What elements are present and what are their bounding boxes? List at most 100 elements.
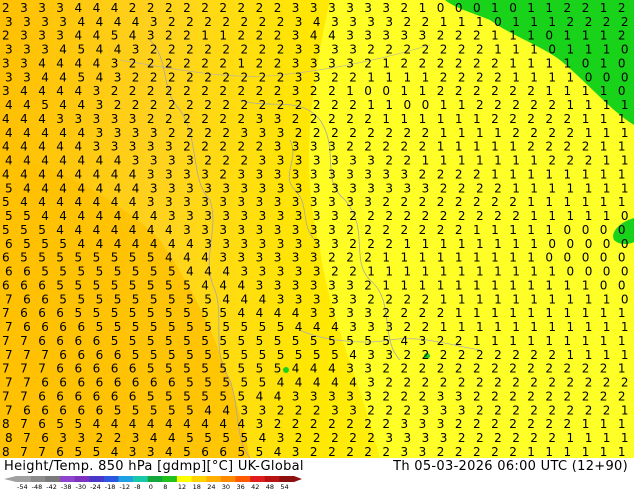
grid-value: 2 bbox=[310, 112, 318, 126]
grid-value: 0 bbox=[437, 1, 445, 15]
grid-value: 1 bbox=[582, 279, 590, 293]
grid-value: 1 bbox=[603, 320, 611, 334]
grid-value: 3 bbox=[259, 265, 267, 279]
grid-value: 3 bbox=[168, 209, 176, 223]
grid-value: 6 bbox=[38, 417, 46, 431]
grid-value: 2 bbox=[2, 29, 10, 43]
grid-value: 4 bbox=[93, 56, 101, 70]
grid-value: 1 bbox=[603, 209, 611, 223]
grid-value: 5 bbox=[295, 348, 303, 362]
colorbar-tick-label: 18 bbox=[193, 483, 201, 490]
grid-value: 3 bbox=[382, 29, 390, 43]
grid-value: 2 bbox=[458, 181, 466, 195]
grid-value: 1 bbox=[367, 265, 375, 279]
grid-value: 3 bbox=[222, 181, 230, 195]
grid-value: 1 bbox=[530, 181, 538, 195]
grid-value: 2 bbox=[585, 376, 593, 390]
grid-value: 5 bbox=[150, 265, 158, 279]
grid-value: 2 bbox=[385, 43, 393, 57]
grid-value: 1 bbox=[494, 43, 502, 57]
grid-value: 2 bbox=[367, 403, 375, 417]
grid-value: 4 bbox=[274, 306, 282, 320]
grid-value: 5 bbox=[78, 43, 86, 57]
grid-value: 2 bbox=[455, 417, 463, 431]
grid-value: 3 bbox=[165, 167, 173, 181]
grid-value: 2 bbox=[364, 112, 372, 126]
grid-value: 3 bbox=[23, 70, 31, 84]
grid-value: 2 bbox=[603, 15, 611, 29]
grid-value: 4 bbox=[93, 417, 101, 431]
grid-value: 5 bbox=[75, 445, 83, 458]
grid-value: 3 bbox=[93, 140, 101, 154]
colorbar-tick-label: -24 bbox=[90, 483, 101, 490]
grid-value: 1 bbox=[548, 181, 556, 195]
grid-value: 1 bbox=[419, 84, 427, 98]
grid-value: 4 bbox=[59, 181, 67, 195]
grid-value: 2 bbox=[313, 431, 321, 445]
colorbar-tick-label: -42 bbox=[46, 483, 57, 490]
grid-value: 2 bbox=[256, 1, 264, 15]
grid-value: 1 bbox=[473, 334, 481, 348]
grid-value: 2 bbox=[241, 98, 249, 112]
grid-value: 3 bbox=[385, 181, 393, 195]
grid-value: 1 bbox=[603, 126, 611, 140]
grid-value: 2 bbox=[219, 84, 227, 98]
grid-value: 1 bbox=[422, 70, 430, 84]
grid-value: 3 bbox=[204, 237, 212, 251]
grid-value: 5 bbox=[111, 334, 119, 348]
grid-value: 2 bbox=[385, 237, 393, 251]
grid-value: 5 bbox=[256, 445, 264, 458]
grid-value: 3 bbox=[292, 84, 300, 98]
grid-value: 3 bbox=[349, 181, 357, 195]
grid-value: 3 bbox=[2, 84, 10, 98]
grid-value: 5 bbox=[183, 362, 191, 376]
grid-value: 7 bbox=[5, 348, 13, 362]
grid-value: 3 bbox=[367, 320, 375, 334]
grid-value: 5 bbox=[114, 320, 122, 334]
grid-value: 2 bbox=[404, 43, 412, 57]
grid-value: 3 bbox=[292, 29, 300, 43]
grid-value: 3 bbox=[292, 140, 300, 154]
grid-value: 3 bbox=[346, 306, 354, 320]
grid-value: 2 bbox=[201, 140, 209, 154]
grid-value: 3 bbox=[256, 167, 264, 181]
grid-value: 2 bbox=[201, 1, 209, 15]
grid-value: 1 bbox=[404, 265, 412, 279]
grid-value: 5 bbox=[132, 403, 140, 417]
grid-value: 1 bbox=[440, 98, 448, 112]
grid-value: 5 bbox=[147, 279, 155, 293]
grid-value: 2 bbox=[168, 70, 176, 84]
grid-value: 4 bbox=[204, 403, 212, 417]
grid-value: 2 bbox=[385, 209, 393, 223]
grid-value: 3 bbox=[310, 251, 318, 265]
grid-value: 2 bbox=[349, 98, 357, 112]
grid-value: 2 bbox=[382, 195, 390, 209]
grid-value: 2 bbox=[364, 223, 372, 237]
grid-value: 5 bbox=[147, 306, 155, 320]
grid-value: 5 bbox=[41, 98, 49, 112]
grid-value: 5 bbox=[150, 403, 158, 417]
grid-value: 6 bbox=[38, 390, 46, 404]
grid-value: 2 bbox=[422, 348, 430, 362]
grid-value: 1 bbox=[567, 431, 575, 445]
grid-value: 2 bbox=[256, 56, 264, 70]
grid-value: 2 bbox=[437, 223, 445, 237]
grid-value: 1 bbox=[585, 98, 593, 112]
grid-value: 2 bbox=[274, 56, 282, 70]
grid-value: 1 bbox=[603, 181, 611, 195]
grid-value: 3 bbox=[328, 140, 336, 154]
grid-value: 3 bbox=[331, 292, 339, 306]
grid-value: 5 bbox=[241, 320, 249, 334]
grid-value: 5 bbox=[96, 265, 104, 279]
grid-value: 6 bbox=[168, 376, 176, 390]
grid-value: 1 bbox=[437, 140, 445, 154]
grid-value: 5 bbox=[259, 348, 267, 362]
grid-value: 6 bbox=[2, 251, 10, 265]
grid-value: 4 bbox=[183, 251, 191, 265]
grid-value: 1 bbox=[603, 348, 611, 362]
grid-value: 6 bbox=[20, 306, 28, 320]
grid-value: 3 bbox=[238, 223, 246, 237]
grid-value: 2 bbox=[401, 56, 409, 70]
grid-value: 3 bbox=[328, 1, 336, 15]
grid-value: 4 bbox=[59, 126, 67, 140]
